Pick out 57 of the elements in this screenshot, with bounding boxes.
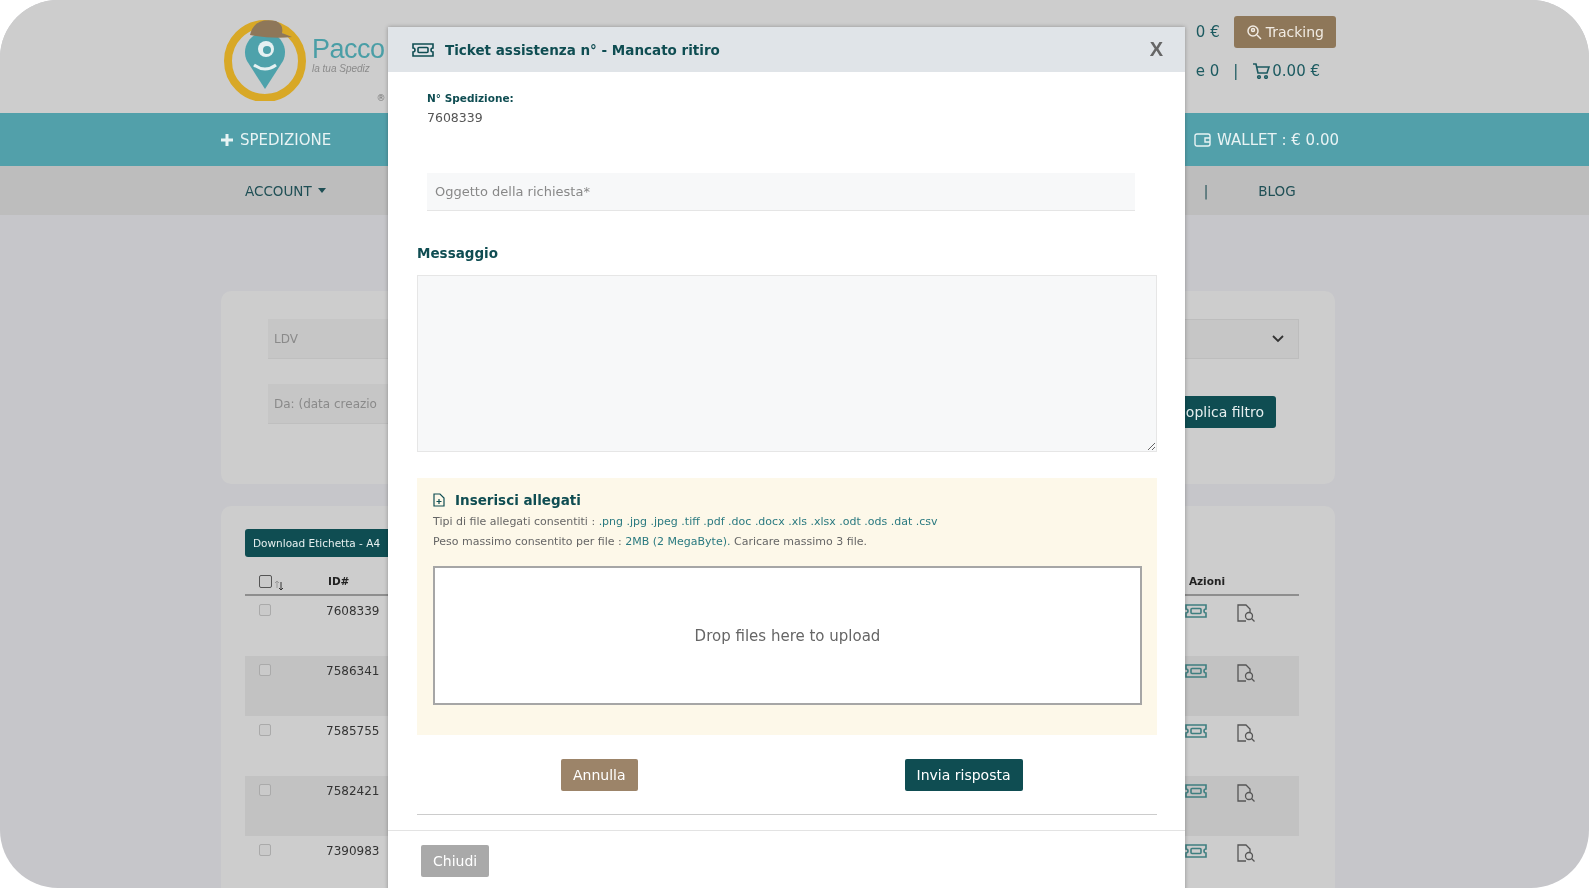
table-cell: 7582421 (326, 784, 380, 798)
registered-mark: ® (376, 93, 386, 103)
cart-icon (1252, 63, 1271, 79)
balance-text: 0 € (1195, 23, 1220, 41)
table-cell: 7608339 (326, 604, 380, 618)
file-add-icon (433, 493, 445, 507)
separator: | (1233, 62, 1239, 80)
sort-icon[interactable] (274, 579, 284, 591)
checkbox[interactable] (259, 574, 272, 588)
ticket-icon (412, 42, 434, 57)
cart-total[interactable]: 0.00 € (1252, 62, 1320, 80)
document-search-icon[interactable] (1237, 604, 1257, 622)
file-types-text: Tipi di file allegati consentiti : .png .jpg .jpeg .tiff .pdf .doc .docx .xls .xlsx .odt .ods .dat .csv (433, 514, 939, 530)
checkbox[interactable] (259, 784, 271, 796)
chevron-down-icon (1272, 335, 1284, 343)
document-search-icon[interactable] (1237, 784, 1257, 802)
file-size-text: Peso massimo consentito per file : 2MB (2 MegaByte). Caricare massimo 3 file. (433, 534, 868, 550)
menu-link[interactable]: ACCOUNT (245, 182, 326, 199)
field-label: Messaggio (417, 245, 499, 261)
field-label: N° Spedizione: (427, 92, 515, 104)
subject-field[interactable]: Oggetto della richiesta* (427, 173, 1135, 211)
checkbox[interactable] (259, 844, 271, 856)
table-cell: 7586341 (326, 664, 380, 678)
document-search-icon[interactable] (1237, 724, 1257, 742)
shipment-number: 7608339 (427, 110, 484, 125)
logo-name: Pacco (312, 35, 385, 63)
ticket-icon[interactable] (1185, 844, 1207, 858)
separator: | (1203, 182, 1209, 199)
checkbox[interactable] (259, 664, 271, 676)
ticket-icon[interactable] (1185, 784, 1207, 798)
menu-link[interactable]: BLOG (1258, 182, 1296, 199)
wallet-link[interactable]: WALLET : € 0.00 (1194, 130, 1339, 149)
checkbox[interactable] (259, 604, 271, 616)
send-button[interactable]: Invia risposta (904, 759, 1023, 791)
table-cell: 7390983 (326, 844, 380, 858)
modal-title: Ticket assistenza n° - Mancato ritiro (445, 41, 721, 58)
plus-icon (220, 132, 234, 147)
ticket-icon[interactable] (1185, 604, 1207, 618)
document-search-icon[interactable] (1237, 844, 1257, 862)
tracking-button[interactable]: Tracking (1233, 16, 1336, 48)
wallet-icon (1194, 132, 1212, 147)
table-cell: 7585755 (326, 724, 380, 738)
attachments-title: Inserisci allegati (455, 492, 581, 508)
new-shipment-link[interactable]: SPEDIZIONE (220, 130, 332, 149)
checkbox[interactable] (259, 724, 271, 736)
message-field[interactable] (417, 275, 1157, 452)
close-button[interactable]: X (1149, 38, 1163, 61)
document-search-icon[interactable] (1237, 664, 1257, 682)
ticket-icon[interactable] (1185, 724, 1207, 738)
column-header: ID# (328, 575, 350, 587)
dropzone[interactable]: Drop files here to upload (433, 566, 1142, 705)
counter-text: e 0 (1195, 62, 1220, 80)
search-icon (1245, 24, 1262, 40)
ticket-icon[interactable] (1185, 664, 1207, 678)
cancel-button[interactable]: Annulla (561, 759, 638, 791)
column-header: Azioni (1188, 575, 1225, 587)
logo-tagline: la tua Spediz (312, 63, 371, 74)
